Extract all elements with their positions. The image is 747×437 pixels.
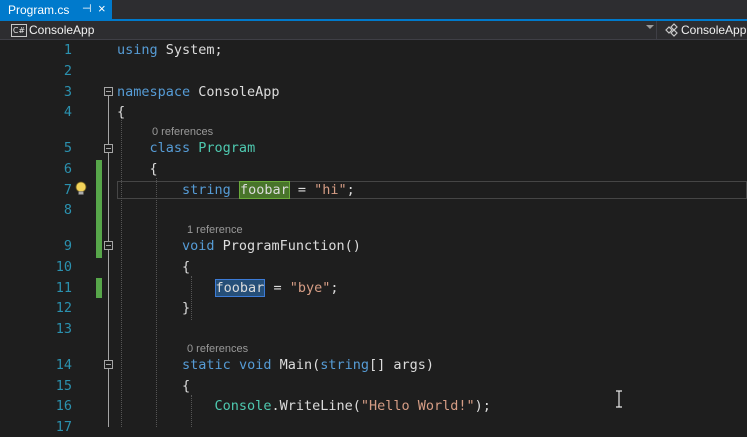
code-text: class Program	[149, 140, 256, 156]
csharp-project-icon: C#	[11, 24, 27, 37]
project-name: ConsoleApp	[29, 23, 95, 37]
line-number: 3	[63, 84, 72, 100]
code-text: string foobar = "hi";	[182, 181, 355, 199]
code-text: }	[117, 300, 191, 316]
line-number: 10	[55, 259, 72, 275]
line-number: 4	[63, 104, 72, 120]
code-line[interactable]: 14 static void Main(string[] args)	[0, 355, 747, 375]
code-line[interactable]: 16 Console.WriteLine("Hello World!");	[0, 396, 747, 416]
code-text: {	[117, 378, 191, 394]
code-line[interactable]: 9 void ProgramFunction()	[0, 236, 747, 256]
code-line[interactable]: 15 {	[0, 376, 747, 396]
line-number: 5	[63, 140, 72, 156]
codelens-references[interactable]: 0 references	[187, 342, 248, 356]
code-line[interactable]: 11 foobar = "bye";	[0, 278, 747, 298]
class-icon	[665, 23, 678, 37]
line-number: 7	[63, 182, 72, 198]
code-text: foobar = "bye";	[214, 279, 339, 297]
code-text: using System;	[117, 42, 223, 58]
project-selector[interactable]: C# ConsoleApp	[0, 21, 657, 39]
code-line[interactable]: 17	[0, 417, 747, 437]
line-number: 11	[55, 280, 72, 296]
code-line[interactable]: 10 {	[0, 257, 747, 277]
line-number: 1	[63, 42, 72, 58]
code-text: static void Main(string[] args)	[182, 357, 435, 373]
line-number: 13	[55, 321, 72, 337]
line-number: 12	[55, 300, 72, 316]
tab-program-cs[interactable]: Program.cs ⊣ ×	[0, 0, 112, 19]
code-editor[interactable]: 0 references 1 reference 0 references 1 …	[0, 40, 747, 435]
code-line[interactable]: 5 class Program	[0, 138, 747, 158]
code-line[interactable]: 2	[0, 61, 747, 81]
tab-title: Program.cs	[8, 2, 70, 17]
line-number: 14	[55, 357, 72, 373]
code-text: void ProgramFunction()	[182, 238, 361, 254]
symbol-highlight-reference: foobar	[214, 279, 266, 297]
code-text: Console.WriteLine("Hello World!");	[214, 398, 491, 414]
code-text: {	[117, 259, 191, 275]
line-number: 17	[55, 419, 72, 435]
class-selector-label: ConsoleApp	[681, 23, 747, 37]
line-number: 2	[63, 63, 72, 79]
code-line[interactable]: 1 using System;	[0, 40, 747, 60]
line-number: 6	[63, 161, 72, 177]
line-number: 8	[63, 202, 72, 218]
code-line[interactable]: 8	[0, 200, 747, 220]
code-line[interactable]: 7 string foobar = "hi";	[0, 180, 747, 200]
code-line[interactable]: 13	[0, 319, 747, 339]
document-tab-strip: Program.cs ⊣ ×	[0, 0, 747, 19]
line-number: 9	[63, 238, 72, 254]
code-line[interactable]: 12 }	[0, 298, 747, 318]
close-icon[interactable]: ×	[98, 1, 106, 16]
line-number: 16	[55, 398, 72, 414]
codelens-references[interactable]: 1 reference	[187, 223, 243, 237]
code-text: {	[117, 104, 126, 120]
chevron-down-icon[interactable]	[646, 25, 654, 29]
code-line[interactable]: 3 namespace ConsoleApp	[0, 82, 747, 102]
codelens-references[interactable]: 0 references	[152, 125, 213, 139]
symbol-highlight-definition: foobar	[238, 181, 290, 199]
code-text: namespace ConsoleApp	[117, 84, 280, 100]
line-number: 15	[55, 378, 72, 394]
navigation-bar: C# ConsoleApp ConsoleApp	[0, 21, 747, 40]
code-text: {	[117, 161, 158, 177]
code-line[interactable]: 4 {	[0, 102, 747, 122]
code-line[interactable]: 6 {	[0, 159, 747, 179]
text-cursor-icon	[616, 390, 622, 408]
pin-icon[interactable]: ⊣	[82, 2, 92, 15]
